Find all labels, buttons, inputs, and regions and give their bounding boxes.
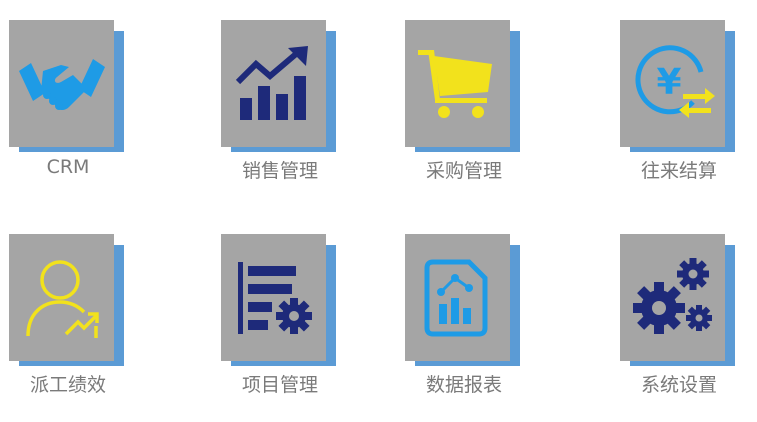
- user-performance-icon: [25, 259, 99, 338]
- yen-exchange-icon: ¥: [634, 44, 715, 118]
- tile-face: [9, 20, 114, 147]
- system-gears-icon: [632, 257, 712, 334]
- tile-face: [405, 20, 510, 147]
- module-label: 系统设置: [640, 374, 717, 396]
- handshake-icon: [18, 58, 105, 110]
- svg-text:¥: ¥: [656, 62, 681, 103]
- module-tile-system[interactable]: 系统设置: [620, 234, 738, 414]
- module-tile-report[interactable]: 数据报表: [405, 234, 523, 414]
- tile-face: [405, 234, 510, 361]
- tile-face: [620, 234, 725, 361]
- module-tile-project[interactable]: 项目管理: [221, 234, 339, 414]
- module-label: 销售管理: [241, 160, 318, 182]
- shopping-cart-icon: [417, 49, 492, 118]
- tile-face: [221, 20, 326, 147]
- module-label: 采购管理: [425, 160, 502, 182]
- module-label: 往来结算: [640, 160, 717, 182]
- module-label: 派工绩效: [29, 374, 106, 396]
- module-tile-settlement[interactable]: ¥ 往来结算: [620, 20, 738, 200]
- module-label: 项目管理: [241, 374, 318, 396]
- module-tile-dispatch[interactable]: 派工绩效: [9, 234, 127, 414]
- module-label: 数据报表: [425, 374, 502, 396]
- module-tile-sales[interactable]: 销售管理: [221, 20, 339, 200]
- project-settings-icon: [237, 261, 312, 334]
- module-label: CRM: [46, 156, 90, 178]
- tile-face: [221, 234, 326, 361]
- module-tile-purchase[interactable]: 采购管理: [405, 20, 523, 200]
- module-tile-crm[interactable]: CRM: [9, 20, 127, 200]
- tile-face: [9, 234, 114, 361]
- tile-face: ¥: [620, 20, 725, 147]
- sales-chart-icon: [235, 45, 308, 120]
- data-report-icon: [424, 259, 487, 336]
